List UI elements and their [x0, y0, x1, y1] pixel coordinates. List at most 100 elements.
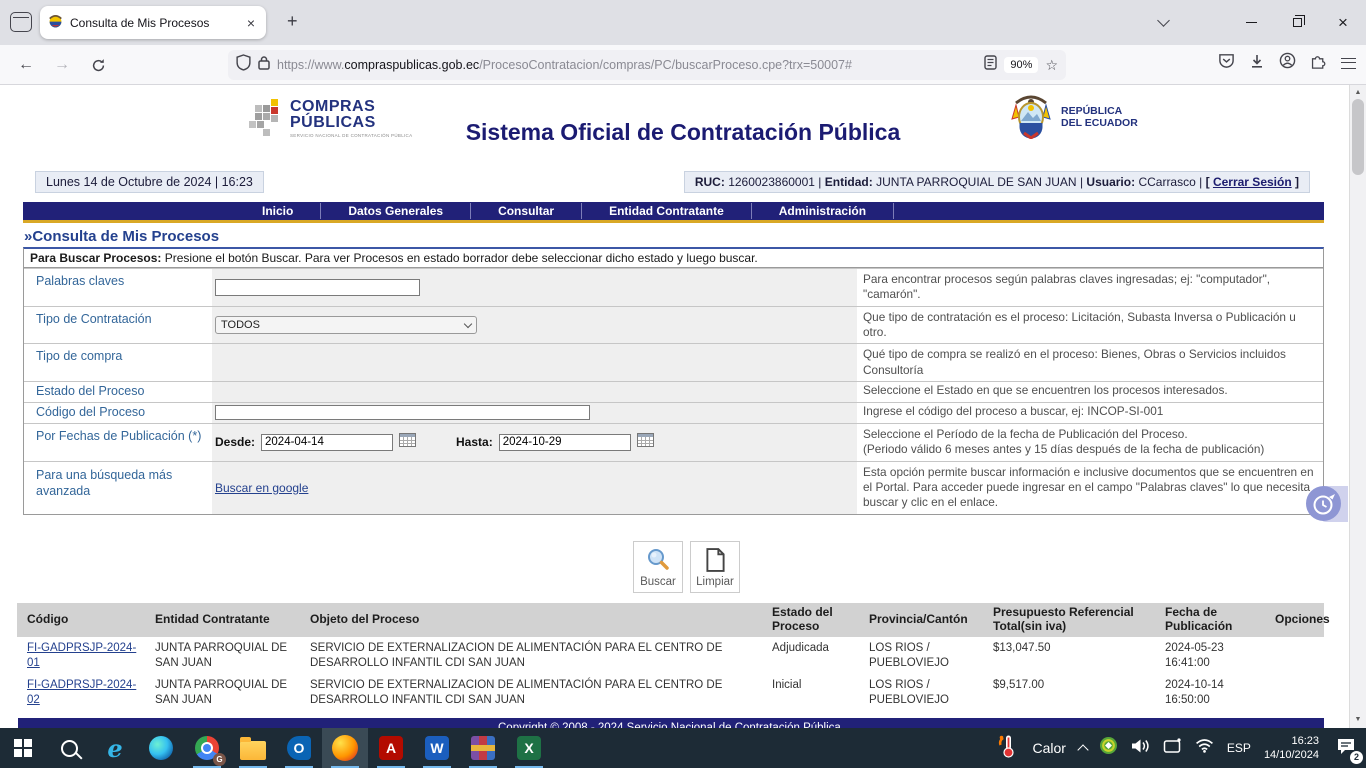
- fecha-hasta-input[interactable]: [499, 434, 631, 451]
- reader-mode-icon[interactable]: [984, 55, 997, 75]
- winrar-icon[interactable]: [460, 728, 506, 768]
- limpiar-button[interactable]: Limpiar: [690, 541, 740, 593]
- fecha-desde-input[interactable]: [261, 434, 393, 451]
- nav-item-administracion[interactable]: Administración: [752, 202, 893, 220]
- notification-count-badge: 2: [1350, 751, 1363, 764]
- proceso-link[interactable]: FI-GADPRSJP-2024-02: [27, 679, 136, 706]
- floating-history-widget[interactable]: [1306, 485, 1348, 523]
- coat-of-arms-icon: [1008, 95, 1054, 139]
- form-row-estado: Estado del Proceso Seleccione el Estado …: [24, 381, 1323, 402]
- bookmark-star-icon[interactable]: ☆: [1045, 57, 1058, 74]
- tab-list-chevron-icon[interactable]: [1157, 14, 1170, 27]
- account-icon[interactable]: [1279, 52, 1296, 74]
- tab-title: Consulta de Mis Procesos: [70, 16, 237, 30]
- datetime-box: Lunes 14 de Octubre de 2024 | 16:23: [35, 171, 264, 193]
- taskbar-search-icon[interactable]: [46, 728, 92, 768]
- windows-taskbar: e G O A W X Calor ESP 16:23 14/10/2024: [0, 728, 1366, 768]
- form-row-fechas: Por Fechas de Publicación (*) Desde: Has…: [24, 423, 1323, 461]
- tipo-contratacion-select[interactable]: TODOS: [215, 316, 477, 334]
- table-row: FI-GADPRSJP-2024-01 JUNTA PARROQUIAL DE …: [17, 637, 1324, 675]
- scrollbar-thumb[interactable]: [1352, 99, 1364, 175]
- excel-icon[interactable]: X: [506, 728, 552, 768]
- url-text: https://www.compraspublicas.gob.ec/Proce…: [277, 58, 977, 72]
- browser-tab[interactable]: Consulta de Mis Procesos ×: [40, 6, 266, 39]
- form-row-codigo: Código del Proceso Ingrese el código del…: [24, 402, 1323, 423]
- fechas-help: Seleccione el Período de la fecha de Pub…: [857, 424, 1323, 461]
- palabras-claves-input[interactable]: [215, 279, 420, 296]
- restore-button[interactable]: [1274, 0, 1320, 45]
- zoom-level-badge[interactable]: 90%: [1004, 57, 1038, 73]
- tracking-shield-icon[interactable]: [236, 54, 251, 76]
- reload-icon[interactable]: [84, 52, 112, 78]
- results-section: Código Entidad Contratante Objeto del Pr…: [17, 603, 1324, 728]
- tab-close-icon[interactable]: ×: [244, 15, 258, 31]
- scroll-up-icon[interactable]: ▲: [1350, 86, 1366, 100]
- page-title: Sistema Oficial de Contratación Pública: [0, 119, 1366, 146]
- weather-thermometer-icon[interactable]: [997, 734, 1019, 763]
- search-form: Para Buscar Procesos: Presione el botón …: [23, 247, 1324, 515]
- section-title: »Consulta de Mis Procesos: [24, 228, 219, 245]
- lock-icon[interactable]: [258, 55, 270, 75]
- form-row-tipo-compra: Tipo de compra Qué tipo de compra se rea…: [24, 343, 1323, 381]
- minimize-button[interactable]: [1228, 0, 1274, 45]
- outlook-icon[interactable]: O: [276, 728, 322, 768]
- volume-icon[interactable]: [1130, 738, 1150, 759]
- windows-logo-icon: [14, 739, 32, 757]
- form-row-avanzada: Para una búsqueda más avanzada Buscar en…: [24, 461, 1323, 514]
- calendar-hasta-icon[interactable]: [637, 433, 654, 452]
- form-row-palabras: Palabras claves Para encontrar procesos …: [24, 268, 1323, 306]
- proceso-link[interactable]: FI-GADPRSJP-2024-01: [27, 642, 136, 669]
- session-box: RUC: 1260023860001 | Entidad: JUNTA PARR…: [684, 171, 1310, 193]
- acrobat-icon[interactable]: A: [368, 728, 414, 768]
- back-button[interactable]: ←: [12, 52, 40, 78]
- system-tray: Calor ESP 16:23 14/10/2024 2: [997, 728, 1366, 768]
- page-content: COMPRAS PÚBLICAS SERVICIO NACIONAL DE CO…: [0, 85, 1366, 728]
- form-actions: Buscar Limpiar: [633, 541, 740, 593]
- nav-item-datos-generales[interactable]: Datos Generales: [321, 202, 470, 220]
- codigo-proceso-input[interactable]: [215, 405, 590, 420]
- word-icon[interactable]: W: [414, 728, 460, 768]
- action-center-icon[interactable]: 2: [1336, 737, 1356, 760]
- weather-widget-label[interactable]: Calor: [1032, 740, 1065, 756]
- internet-explorer-icon[interactable]: e: [92, 728, 138, 768]
- nav-item-inicio[interactable]: Inicio: [235, 202, 320, 220]
- pocket-icon[interactable]: [1218, 52, 1235, 74]
- select-chevron-icon: [464, 320, 472, 328]
- downloads-icon[interactable]: [1249, 53, 1265, 74]
- vertical-scrollbar[interactable]: ▲ ▼: [1349, 85, 1366, 728]
- edge-icon[interactable]: [138, 728, 184, 768]
- results-header-row: Código Entidad Contratante Objeto del Pr…: [17, 603, 1324, 637]
- clock-icon: [1306, 486, 1341, 521]
- nav-item-entidad-contratante[interactable]: Entidad Contratante: [582, 202, 751, 220]
- taskbar-clock[interactable]: 16:23 14/10/2024: [1264, 734, 1319, 763]
- forward-button[interactable]: →: [48, 52, 76, 78]
- language-indicator[interactable]: ESP: [1227, 741, 1251, 755]
- url-bar[interactable]: https://www.compraspublicas.gob.ec/Proce…: [228, 50, 1066, 80]
- tablet-mode-icon[interactable]: [1163, 738, 1182, 759]
- extensions-puzzle-icon[interactable]: [1310, 52, 1327, 74]
- nav-item-consultar[interactable]: Consultar: [471, 202, 581, 220]
- site-footer: Copyright © 2008 - 2024 Servicio Naciona…: [18, 718, 1324, 728]
- firefox-view-icon[interactable]: [10, 12, 32, 32]
- magnifier-icon: [645, 547, 671, 573]
- wifi-icon[interactable]: [1195, 738, 1214, 758]
- scroll-down-icon[interactable]: ▼: [1350, 713, 1366, 727]
- instructions: Para Buscar Procesos: Presione el botón …: [24, 249, 1323, 268]
- browser-tab-bar: Consulta de Mis Procesos × + ×: [0, 0, 1366, 45]
- tray-chevron-icon[interactable]: [1077, 744, 1088, 755]
- file-explorer-icon[interactable]: [230, 728, 276, 768]
- antivirus-icon[interactable]: [1100, 737, 1117, 759]
- new-tab-button[interactable]: +: [280, 10, 305, 33]
- table-row: FI-GADPRSJP-2024-02 JUNTA PARROQUIAL DE …: [17, 674, 1324, 712]
- firefox-icon[interactable]: [322, 728, 368, 768]
- start-button[interactable]: [0, 728, 46, 768]
- browser-toolbar: ← → https://www.compraspublicas.gob.ec/P…: [0, 45, 1366, 85]
- calendar-desde-icon[interactable]: [399, 433, 416, 452]
- blank-page-icon: [705, 547, 726, 573]
- window-close-button[interactable]: ×: [1320, 0, 1366, 45]
- menu-hamburger-icon[interactable]: [1341, 58, 1356, 69]
- chrome-icon[interactable]: G: [184, 728, 230, 768]
- buscar-en-google-link[interactable]: Buscar en google: [215, 481, 308, 495]
- logout-link[interactable]: Cerrar Sesión: [1213, 175, 1292, 189]
- buscar-button[interactable]: Buscar: [633, 541, 683, 593]
